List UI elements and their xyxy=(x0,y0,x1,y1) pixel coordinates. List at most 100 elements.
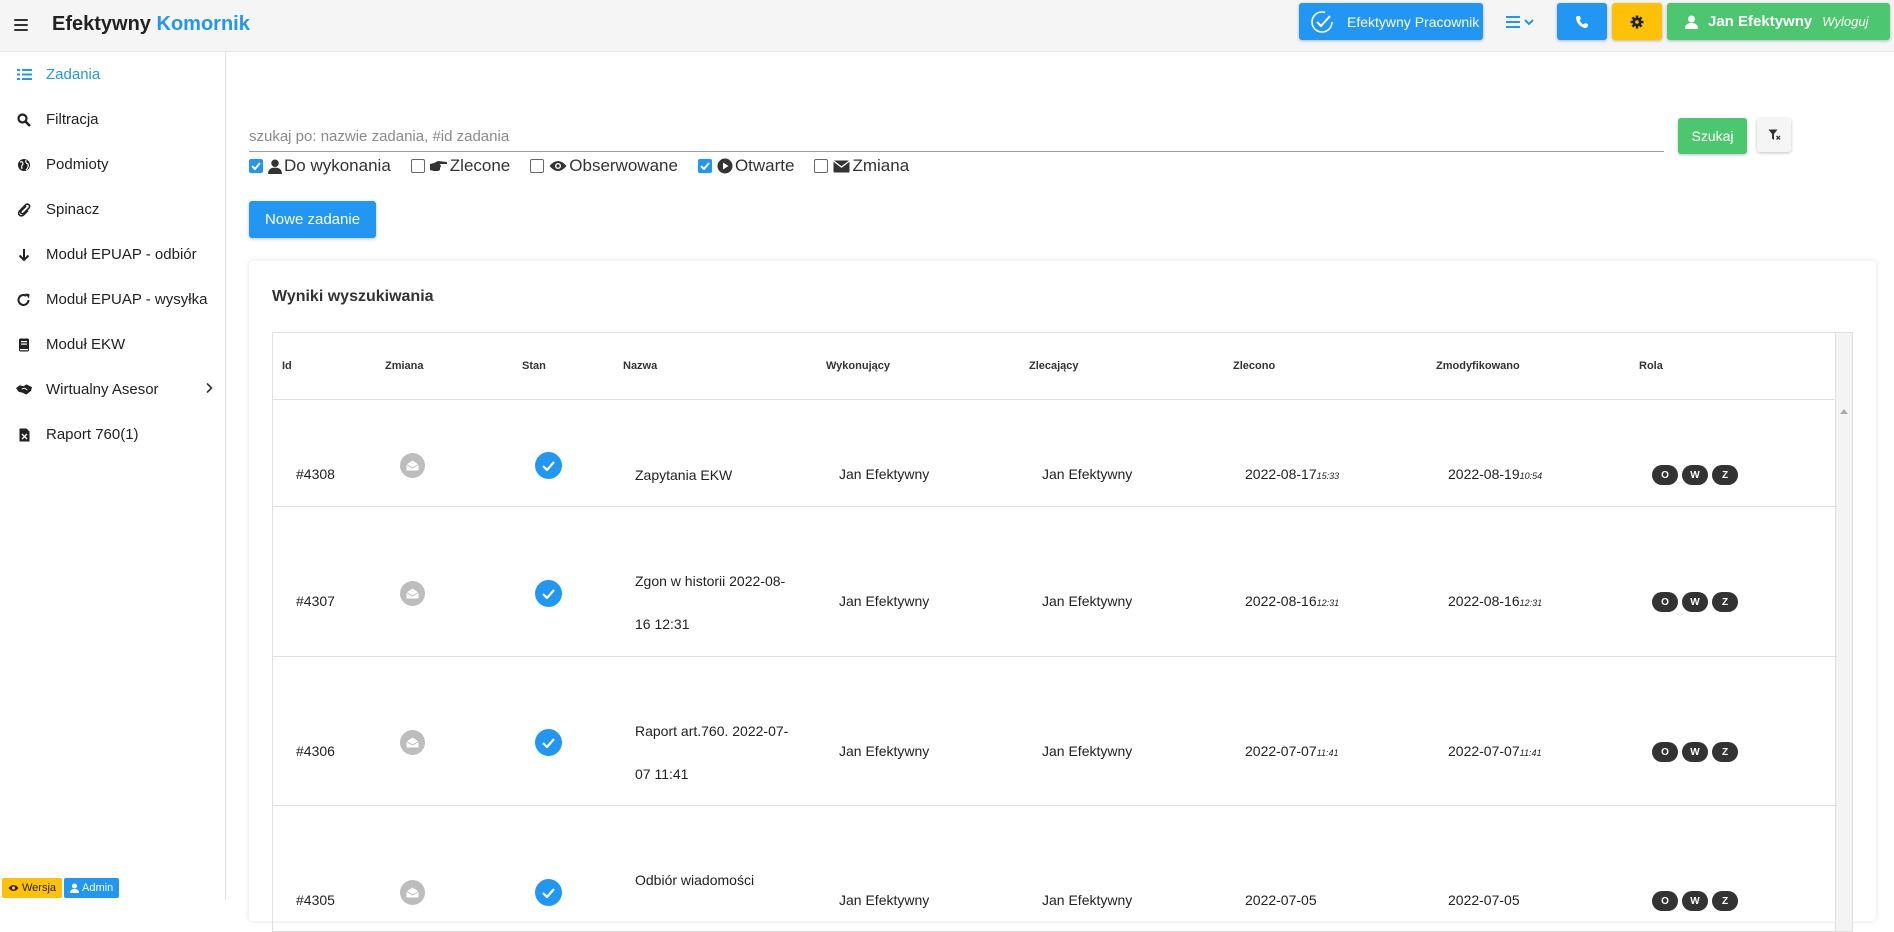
logout-link[interactable]: Wyloguj xyxy=(1822,14,1868,29)
row-modified-date: 2022-07-05 xyxy=(1448,892,1520,908)
table-row[interactable]: #4306 Raport art.760. 2022-07-07 11:41 J… xyxy=(273,657,1837,806)
sidebar-item-epuap-odbior[interactable]: Moduł EPUAP - odbiór xyxy=(0,232,225,277)
row-id[interactable]: #4306 xyxy=(296,743,335,759)
date: 2022-08-16 xyxy=(1245,593,1317,609)
checkbox-unchecked[interactable] xyxy=(410,159,425,173)
column-header-rola[interactable]: Rola xyxy=(1639,360,1663,372)
eye-icon xyxy=(8,885,19,891)
sidebar-item-ekw[interactable]: Moduł EKW xyxy=(0,322,225,367)
new-task-button[interactable]: Nowe zadanie xyxy=(249,201,376,238)
table-row[interactable]: #4308 Zapytania EKW Jan Efektywny Jan Ef… xyxy=(273,400,1837,507)
column-header-wykonujacy[interactable]: Wykonujący xyxy=(826,360,890,372)
user-icon xyxy=(268,159,282,174)
gear-icon xyxy=(1630,15,1644,28)
checkbox-unchecked[interactable] xyxy=(530,159,545,173)
scroll-up-arrow-icon[interactable] xyxy=(1840,409,1848,414)
filter-label: Do wykonania xyxy=(284,156,391,175)
filter-otwarte[interactable]: Otwarte xyxy=(697,156,795,176)
table-scrollbar[interactable] xyxy=(1835,333,1852,931)
brand-title[interactable]: Efektywny Komornik xyxy=(52,13,250,36)
clear-filter-button[interactable] xyxy=(1757,118,1791,152)
filter-zmiana[interactable]: Zmiana xyxy=(814,156,909,176)
check-logo-icon xyxy=(1311,10,1333,33)
row-orderer: Jan Efektywny xyxy=(1042,892,1133,908)
row-executor: Jan Efektywny xyxy=(839,743,930,759)
row-executor: Jan Efektywny xyxy=(839,593,930,609)
checkbox-checked[interactable] xyxy=(697,159,712,173)
sidebar-item-filtracja[interactable]: Filtracja xyxy=(0,97,225,142)
role-badge: O xyxy=(1652,465,1678,485)
filter-label: Otwarte xyxy=(734,156,795,175)
time: 10:54 xyxy=(1519,471,1543,481)
column-header-nazwa[interactable]: Nazwa xyxy=(623,360,657,372)
settings-button[interactable] xyxy=(1612,3,1662,40)
admin-badge-label: Admin xyxy=(82,882,114,894)
sidebar-item-spinacz[interactable]: Spinacz xyxy=(0,187,225,232)
row-modified-date: 2022-08-1612:31 xyxy=(1448,593,1542,609)
checkbox-checked[interactable] xyxy=(249,159,263,173)
date: 2022-07-05 xyxy=(1448,892,1520,908)
column-header-zmiana[interactable]: Zmiana xyxy=(385,360,424,372)
row-id[interactable]: #4307 xyxy=(296,593,335,609)
row-name[interactable]: Zgon w historii 2022-08-16 12:31 xyxy=(635,560,795,646)
envelope-open-icon xyxy=(400,453,425,478)
phone-button[interactable] xyxy=(1557,3,1607,40)
row-ordered-date: 2022-08-1715:33 xyxy=(1245,466,1339,482)
row-name[interactable]: Zapytania EKW xyxy=(635,454,795,497)
envelope-open-icon xyxy=(400,880,425,905)
sidebar-item-podmioty[interactable]: Podmioty xyxy=(0,142,225,187)
menu-dropdown[interactable] xyxy=(1483,3,1557,40)
redo-icon xyxy=(16,292,32,308)
row-name[interactable]: Odbiór wiadomości xyxy=(635,859,795,902)
row-modified-date: 2022-08-1910:54 xyxy=(1448,466,1542,482)
row-executor: Jan Efektywny xyxy=(839,892,930,908)
column-header-id[interactable]: Id xyxy=(282,360,292,372)
sidebar-item-label: Wirtualny Asesor xyxy=(46,381,159,398)
column-header-zlecono[interactable]: Zlecono xyxy=(1233,360,1275,372)
date: 2022-08-17 xyxy=(1245,466,1317,482)
employee-app-button[interactable]: Efektywny Pracownik xyxy=(1299,3,1483,40)
checkbox-unchecked[interactable] xyxy=(814,159,829,173)
search-input[interactable] xyxy=(249,122,1664,152)
role-badge: Z xyxy=(1712,465,1738,485)
row-id[interactable]: #4305 xyxy=(296,892,335,908)
column-header-stan[interactable]: Stan xyxy=(522,360,546,372)
user-button[interactable]: Jan Efektywny Wyloguj xyxy=(1667,3,1890,40)
role-badge: O xyxy=(1652,592,1678,612)
row-ordered-date: 2022-07-05 xyxy=(1245,892,1317,908)
check-circle-icon xyxy=(535,580,562,607)
hand-pointing-icon xyxy=(429,160,448,173)
row-name[interactable]: Raport art.760. 2022-07-07 11:41 xyxy=(635,710,795,796)
user-icon xyxy=(70,883,80,893)
top-actions: Efektywny Pracownik Jan Efektywny Wylogu… xyxy=(1299,3,1890,40)
sidebar-item-label: Podmioty xyxy=(46,156,109,173)
date: 2022-08-16 xyxy=(1448,593,1520,609)
excel-file-icon xyxy=(16,427,32,443)
role-badge: W xyxy=(1682,891,1708,911)
hamburger-menu-icon[interactable] xyxy=(14,16,30,34)
column-header-zlecajacy[interactable]: Zlecający xyxy=(1029,360,1079,372)
filter-obserwowane[interactable]: Obserwowane xyxy=(530,156,678,176)
sidebar-item-zadania[interactable]: Zadania xyxy=(0,52,225,97)
sidebar-item-label: Filtracja xyxy=(46,111,99,128)
row-orderer: Jan Efektywny xyxy=(1042,466,1133,482)
table-row[interactable]: #4307 Zgon w historii 2022-08-16 12:31 J… xyxy=(273,507,1837,657)
envelope-icon xyxy=(833,159,851,173)
admin-badge[interactable]: Admin xyxy=(64,878,120,898)
table-row[interactable]: #4305 Odbiór wiadomości Jan Efektywny Ja… xyxy=(273,806,1837,931)
sidebar-item-label: Spinacz xyxy=(46,201,100,218)
role-badge: Z xyxy=(1712,742,1738,762)
search-button[interactable]: Szukaj xyxy=(1678,118,1747,154)
sidebar-item-wirtualny-asesor[interactable]: Wirtualny Asesor xyxy=(0,367,225,412)
filter-zlecone[interactable]: Zlecone xyxy=(410,156,510,176)
column-header-zmodyfikowano[interactable]: Zmodyfikowano xyxy=(1436,360,1520,372)
sidebar-item-epuap-wysylka[interactable]: Moduł EPUAP - wysyłka xyxy=(0,277,225,322)
handshake-icon xyxy=(16,382,32,398)
row-id[interactable]: #4308 xyxy=(296,466,335,482)
row-modified-date: 2022-07-0711:41 xyxy=(1448,743,1541,759)
user-icon xyxy=(1685,15,1698,29)
sidebar-item-raport-760[interactable]: Raport 760(1) xyxy=(0,412,225,457)
filter-do-wykonania[interactable]: Do wykonania xyxy=(249,156,391,176)
version-badge[interactable]: Wersja xyxy=(2,878,63,898)
results-title: Wyniki wyszukiwania xyxy=(272,288,434,305)
